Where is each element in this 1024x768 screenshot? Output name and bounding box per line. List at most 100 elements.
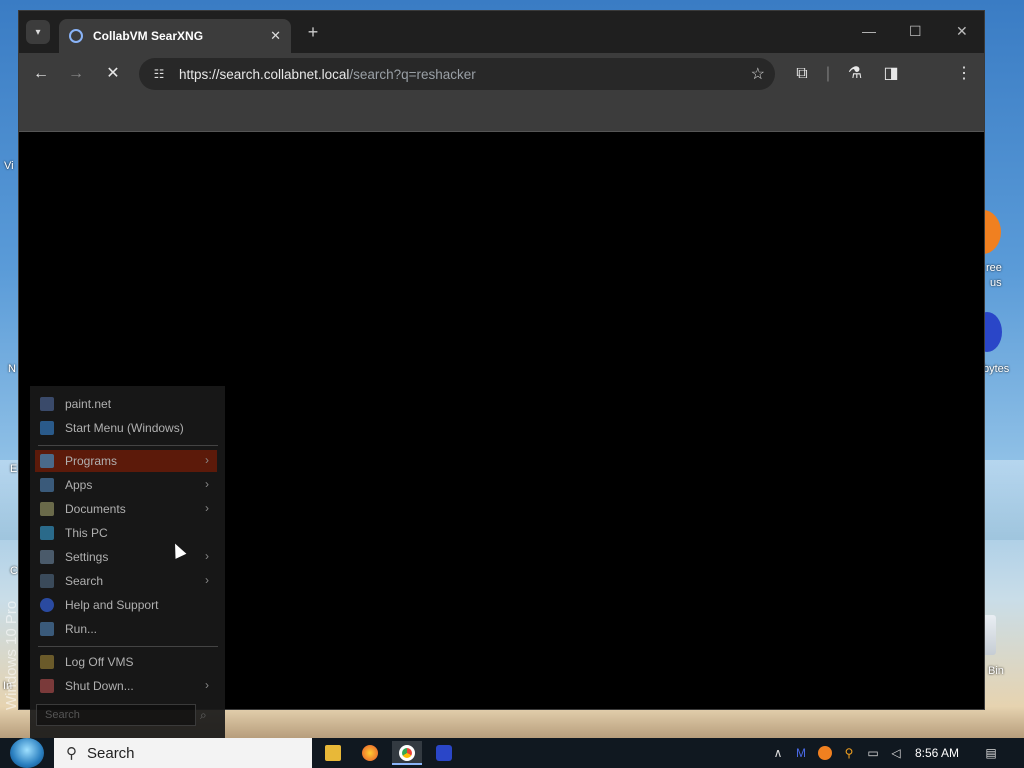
taskbar-file-explorer[interactable]: [318, 741, 348, 765]
start-menu-item-log-off[interactable]: Log Off VMS: [35, 651, 217, 673]
tab-title: CollabVM SearXNG: [93, 29, 204, 43]
desktop-icon-label[interactable]: E: [10, 463, 17, 475]
start-menu-item-run[interactable]: Run...: [35, 618, 217, 640]
browser-titlebar: ▾ CollabVM SearXNG ✕ + — ☐ ✕: [19, 11, 984, 53]
chevron-right-icon: ›: [205, 549, 209, 563]
tray-network-icon[interactable]: ▭: [866, 746, 880, 760]
apps-icon: [40, 478, 54, 492]
start-menu-item-programs[interactable]: Programs ›: [35, 450, 217, 472]
tray-malwarebytes-icon[interactable]: M: [794, 746, 808, 760]
settings-icon: [40, 550, 54, 564]
labs-flask-icon[interactable]: ⚗: [844, 63, 866, 85]
start-menu-separator: [38, 445, 218, 446]
run-icon: [40, 622, 54, 636]
start-menu-item-start-menu-windows[interactable]: Start Menu (Windows): [35, 417, 217, 439]
chevron-right-icon: ›: [205, 678, 209, 692]
minimize-button[interactable]: —: [862, 23, 876, 39]
start-menu-item-documents[interactable]: Documents ›: [35, 498, 217, 520]
taskbar-chrome[interactable]: [392, 741, 422, 765]
start-menu-item-label: Search: [65, 574, 104, 588]
toolbar-divider: |: [825, 65, 831, 82]
desktop-icon-label[interactable]: ree: [986, 262, 1002, 274]
desktop-icon-label[interactable]: bytes: [983, 363, 1009, 375]
programs-icon: [40, 454, 54, 468]
maximize-button[interactable]: ☐: [909, 23, 922, 40]
tray-search-tool-icon[interactable]: ⚲: [842, 746, 856, 760]
address-bar[interactable]: ☷ https://search.collabnet.local/search?…: [139, 58, 775, 90]
menu-kebab-icon[interactable]: ⋮: [953, 63, 975, 85]
start-menu-item-label: paint.net: [65, 397, 112, 411]
chevron-right-icon: ›: [205, 477, 209, 491]
chevron-right-icon: ›: [205, 573, 209, 587]
stop-loading-icon[interactable]: ✕: [102, 63, 124, 85]
tab-close-icon[interactable]: ✕: [270, 28, 281, 44]
desktop-icon-label[interactable]: Bin: [988, 665, 1004, 677]
close-window-button[interactable]: ✕: [956, 23, 968, 40]
taskbar-malwarebytes[interactable]: [429, 741, 459, 765]
paintnet-icon: [40, 397, 54, 411]
desktop-icon-label[interactable]: us: [990, 277, 1002, 289]
url-path: /search?q=reshacker: [349, 66, 476, 82]
forward-arrow-icon[interactable]: →: [65, 63, 87, 85]
chevron-right-icon: ›: [205, 453, 209, 467]
bookmarks-bar: [19, 95, 984, 132]
back-arrow-icon[interactable]: ←: [30, 63, 52, 85]
side-panel-icon[interactable]: ◨: [880, 63, 902, 85]
start-menu-item-label: Documents: [65, 502, 126, 516]
log-off-icon: [40, 655, 54, 669]
start-menu-item-label: Shut Down...: [65, 679, 134, 693]
start-menu-item-shut-down[interactable]: Shut Down... ›: [35, 675, 217, 697]
start-menu-item-label: Apps: [65, 478, 93, 492]
search-icon: [40, 574, 54, 588]
chrome-icon: [399, 745, 415, 761]
malwarebytes-icon: [436, 745, 452, 761]
tray-overflow-chevron-icon[interactable]: ∧: [771, 746, 785, 760]
desktop-icon-label[interactable]: N: [8, 363, 16, 375]
start-menu-separator: [38, 646, 218, 647]
bookmark-star-icon[interactable]: ☆: [751, 64, 765, 84]
firefox-icon: [362, 745, 378, 761]
url-host: https://search.collabnet.local: [179, 66, 350, 82]
taskbar-search-box[interactable]: ⚲ Search: [54, 738, 312, 768]
start-menu: paint.net Start Menu (Windows) Programs …: [30, 386, 225, 740]
start-menu-item-settings[interactable]: Settings ›: [35, 546, 217, 568]
desktop-icon-label[interactable]: Vi: [4, 160, 14, 172]
start-menu-item-this-pc[interactable]: This PC: [35, 522, 217, 544]
folder-icon: [325, 745, 341, 761]
start-menu-search-input[interactable]: Search: [36, 704, 196, 726]
search-magnifier-icon: ⚲: [66, 745, 77, 762]
site-info-icon[interactable]: ☷: [149, 67, 169, 81]
start-menu-item-label: Help and Support: [65, 598, 159, 612]
taskbar-clock[interactable]: 8:56 AM: [915, 746, 959, 760]
start-menu-icon: [40, 421, 54, 435]
start-menu-item-help[interactable]: Help and Support: [35, 594, 217, 616]
tray-avast-icon[interactable]: [818, 746, 832, 760]
tab-search-chevron-icon[interactable]: ▾: [26, 20, 50, 44]
documents-icon: [40, 502, 54, 516]
taskbar-search-label: Search: [87, 744, 135, 762]
extensions-puzzle-icon[interactable]: ⧉: [791, 63, 813, 85]
start-menu-item-paintnet[interactable]: paint.net: [35, 393, 217, 415]
start-button-orb-icon[interactable]: [10, 738, 44, 768]
start-menu-item-label: Run...: [65, 622, 98, 636]
start-menu-item-label: Settings: [65, 550, 109, 564]
desktop-icon-label[interactable]: C: [10, 565, 18, 577]
taskbar: ⚲ Search ∧ M ⚲ ▭ ◁ 8:56 AM ▤: [0, 738, 1024, 768]
browser-toolbar: ← → ✕ ☷ https://search.collabnet.local/s…: [19, 53, 984, 125]
magnifier-icon[interactable]: ⌕: [200, 708, 214, 722]
shut-down-icon: [40, 679, 54, 693]
taskbar-firefox[interactable]: [355, 741, 385, 765]
start-menu-item-label: Programs: [65, 454, 118, 468]
windows-edition-label: Windows 10 Pro: [3, 600, 20, 710]
start-menu-item-search[interactable]: Search ›: [35, 570, 217, 592]
help-icon: [40, 598, 54, 612]
action-center-notification-icon[interactable]: ▤: [984, 746, 998, 760]
start-menu-item-apps[interactable]: Apps ›: [35, 474, 217, 496]
loading-favicon-icon: [69, 29, 83, 43]
tray-volume-muted-icon[interactable]: ◁: [889, 746, 903, 760]
tab-collabvm-searxng[interactable]: CollabVM SearXNG ✕: [59, 19, 291, 53]
new-tab-button[interactable]: +: [303, 23, 323, 43]
this-pc-icon: [40, 526, 54, 540]
start-menu-item-label: This PC: [65, 526, 108, 540]
start-menu-item-label: Start Menu (Windows): [65, 421, 184, 435]
